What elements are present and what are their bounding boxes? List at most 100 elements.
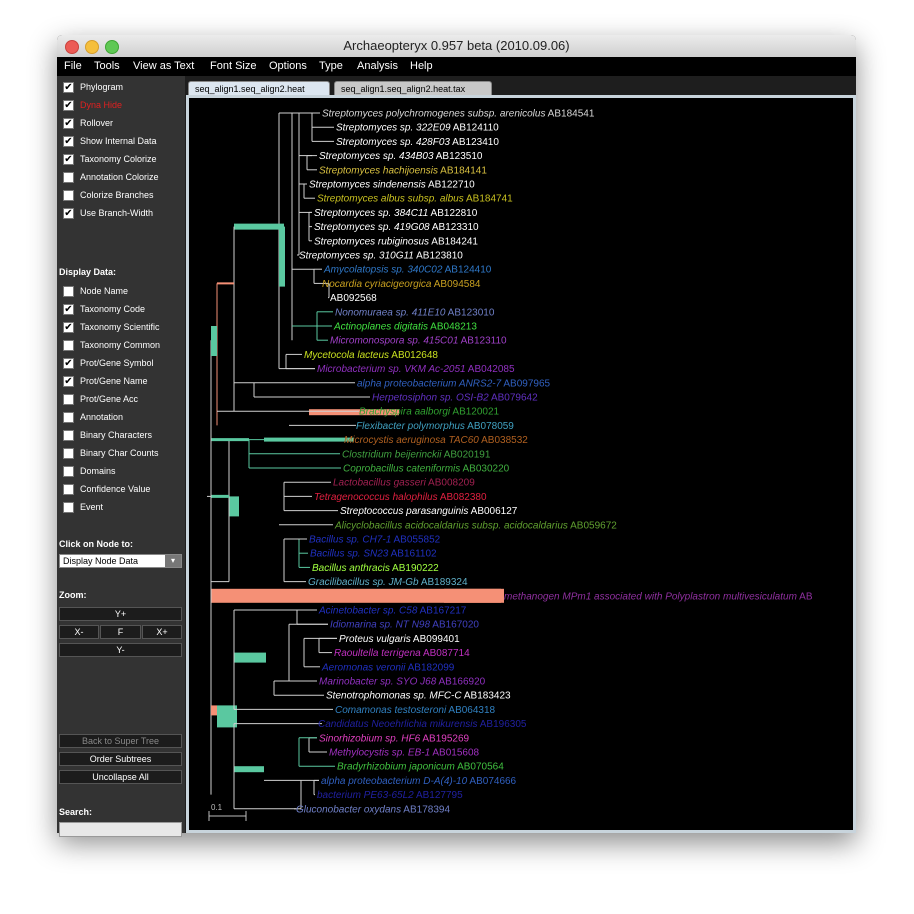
leaf-label[interactable]: Clostridium beijerinckii AB020191 [342,449,491,460]
leaf-label[interactable]: Actinoplanes digitatis AB048213 [333,322,477,333]
checkbox-node-name[interactable] [63,286,74,297]
checkbox-taxonomy-code[interactable]: ✔ [63,304,74,315]
leaf-label[interactable]: alpha proteobacterium ANRS2-7 AB097965 [357,378,551,389]
leaf-label[interactable]: Idiomarina sp. NT N98 AB167020 [330,620,479,631]
checkbox-prot-gene-name[interactable]: ✔ [63,376,74,387]
checkbox-show-internal-data[interactable]: ✔ [63,136,74,147]
leaf-label[interactable]: Lactobacillus gasseri AB008209 [333,478,475,489]
menu-help[interactable]: Help [410,60,433,72]
checkbox-prot-gene-acc[interactable] [63,394,74,405]
order-subtrees-button[interactable]: Order Subtrees [59,752,182,766]
leaf-label[interactable]: Streptomyces sp. 419G08 AB123310 [314,222,479,233]
leaf-label[interactable]: Herpetosiphon sp. OSI-B2 AB079642 [372,393,538,404]
leaf-label[interactable]: Sinorhizobium sp. HF6 AB195269 [319,733,470,744]
leaf-label[interactable]: Streptomyces sp. 428F03 AB123410 [336,137,499,148]
tab-seq-align-heat[interactable]: seq_align1.seq_align2.heat [188,81,330,96]
leaf-label[interactable]: Streptomyces sp. 384C11 AB122810 [314,208,478,219]
checkbox-use-branch-width[interactable]: ✔ [63,208,74,219]
leaf-label[interactable]: Marinobacter sp. SYO J68 AB166920 [319,677,486,688]
checkbox-binary-characters[interactable] [63,430,74,441]
leaf-label[interactable]: Microbacterium sp. VKM Ac-2051 AB042085 [317,364,515,375]
leaf-label[interactable]: Aeromonas veronii AB182099 [321,662,455,673]
zoom-fit-button[interactable]: F [100,625,141,639]
leaf-label[interactable]: methanogen MPm1 associated with Polyplas… [504,591,813,602]
leaf-label[interactable]: Bradyrhizobium japonicum AB070564 [337,762,504,773]
zoom-x-plus-button[interactable]: X+ [142,625,182,639]
leaf-label[interactable]: Streptomyces sp. 310G11 AB123810 [299,251,463,262]
leaf-label[interactable]: Streptomyces rubiginosus AB184241 [314,236,478,247]
leaf-label[interactable]: Tetragenococcus halophilus AB082380 [314,492,487,503]
tab-seq-align-heat-tax[interactable]: seq_align1.seq_align2.heat.tax [334,81,492,96]
leaf-label[interactable]: Micromonospora sp. 415C01 AB123110 [330,336,507,347]
checkbox-rollover[interactable]: ✔ [63,118,74,129]
tree-panel[interactable]: Streptomyces polychromogenes subsp. aren… [189,98,853,830]
heat-branch[interactable] [234,766,264,773]
leaf-label[interactable]: Flexibacter polymorphus AB078059 [356,421,514,432]
phylogenetic-tree[interactable]: Streptomyces polychromogenes subsp. aren… [189,98,853,830]
leaf-label[interactable]: Mycetocola lacteus AB012648 [304,350,438,361]
leaf-label[interactable]: Coprobacillus cateniformis AB030220 [343,464,510,475]
menu-tools[interactable]: Tools [94,60,120,72]
checkbox-annotation-colorize[interactable] [63,172,74,183]
checkbox-dyna-hide[interactable]: ✔ [63,100,74,111]
leaf-label[interactable]: Streptomyces sp. 434B03 AB123510 [319,151,483,162]
leaf-label[interactable]: Streptomyces polychromogenes subsp. aren… [322,109,595,120]
leaf-label[interactable]: Gracilibacillus sp. JM-Gb AB189324 [308,577,468,588]
leaf-label[interactable]: Bacillus sp. SN23 AB161102 [310,549,437,560]
leaf-label[interactable]: Amycolatopsis sp. 340C02 AB124410 [323,265,492,276]
leaf-label[interactable]: Streptomyces sindenensis AB122710 [309,180,475,191]
leaf-label[interactable]: Bacillus sp. CH7-1 AB055852 [309,535,441,546]
checkbox-binary-char-counts[interactable] [63,448,74,459]
leaf-label[interactable]: alpha proteobacterium D-A(4)-10 AB074666 [321,776,517,787]
zoom-y-plus-button[interactable]: Y+ [59,607,182,621]
checkbox-annotation[interactable] [63,412,74,423]
leaf-label[interactable]: Alicyclobacillus acidocaldarius subsp. a… [334,520,617,531]
menu-analysis[interactable]: Analysis [357,60,398,72]
checkbox-prot-gene-symbol[interactable]: ✔ [63,358,74,369]
checkbox-confidence-value[interactable] [63,484,74,495]
heat-branch[interactable] [234,652,266,663]
leaf-label[interactable]: Methylocystis sp. EB-1 AB015608 [329,748,480,759]
heat-branch[interactable] [211,326,217,356]
leaf-label[interactable]: bacterium PE63-65L2 AB127795 [317,790,463,801]
heat-branch[interactable] [279,226,285,287]
back-to-super-tree-button[interactable]: Back to Super Tree [59,734,182,748]
uncollapse-all-button[interactable]: Uncollapse All [59,770,182,784]
checkbox-taxonomy-common[interactable] [63,340,74,351]
checkbox-domains[interactable] [63,466,74,477]
checkbox-event[interactable] [63,502,74,513]
menu-font-size[interactable]: Font Size [210,60,256,72]
search-input[interactable] [59,822,182,837]
leaf-label[interactable]: Stenotrophomonas sp. MFC-C AB183423 [326,691,511,702]
checkbox-phylogram[interactable]: ✔ [63,82,74,93]
leaf-label[interactable]: Bacillus anthracis AB190222 [312,563,439,574]
leaf-label[interactable]: Streptomyces albus subsp. albus AB184741 [317,194,513,205]
leaf-label[interactable]: Gluconobacter oxydans AB178394 [296,804,450,815]
leaf-label[interactable]: Nonomuraea sp. 411E10 AB123010 [335,307,495,318]
zoom-y-minus-button[interactable]: Y- [59,643,182,657]
leaf-label[interactable]: Proteus vulgaris AB099401 [339,634,460,645]
menu-view-as-text[interactable]: View as Text [133,60,194,72]
leaf-label[interactable]: Raoultella terrigena AB087714 [334,648,470,659]
heat-branch[interactable] [229,496,239,517]
heat-branch[interactable] [211,705,217,716]
chevron-down-icon[interactable]: ▾ [165,555,181,567]
menu-options[interactable]: Options [269,60,307,72]
leaf-label[interactable]: Nocardia cyriacigeorgica AB094584 [322,279,481,290]
leaf-label[interactable]: Streptomyces sp. 322E09 AB124110 [336,123,499,134]
heat-branch[interactable] [444,588,504,603]
checkbox-taxonomy-scientific[interactable]: ✔ [63,322,74,333]
leaf-label[interactable]: AB092568 [330,293,377,304]
menu-type[interactable]: Type [319,60,343,72]
leaf-label[interactable]: Microcystis aeruginosa TAC60 AB038532 [344,435,528,446]
checkbox-colorize-branches[interactable] [63,190,74,201]
leaf-label[interactable]: Streptococcus parasanguinis AB006127 [340,506,518,517]
leaf-label[interactable]: Streptomyces hachijoensis AB184141 [319,165,487,176]
leaf-label[interactable]: Brachyspira aalborgi AB120021 [359,407,500,418]
checkbox-taxonomy-colorize[interactable]: ✔ [63,154,74,165]
click-on-node-select[interactable]: Display Node Data ▾ [59,554,182,568]
zoom-x-minus-button[interactable]: X- [59,625,99,639]
leaf-label[interactable]: Comamonas testosteroni AB064318 [335,705,496,716]
leaf-label[interactable]: Acinetobacter sp. C58 AB167217 [318,606,467,617]
menu-file[interactable]: File [64,60,82,72]
